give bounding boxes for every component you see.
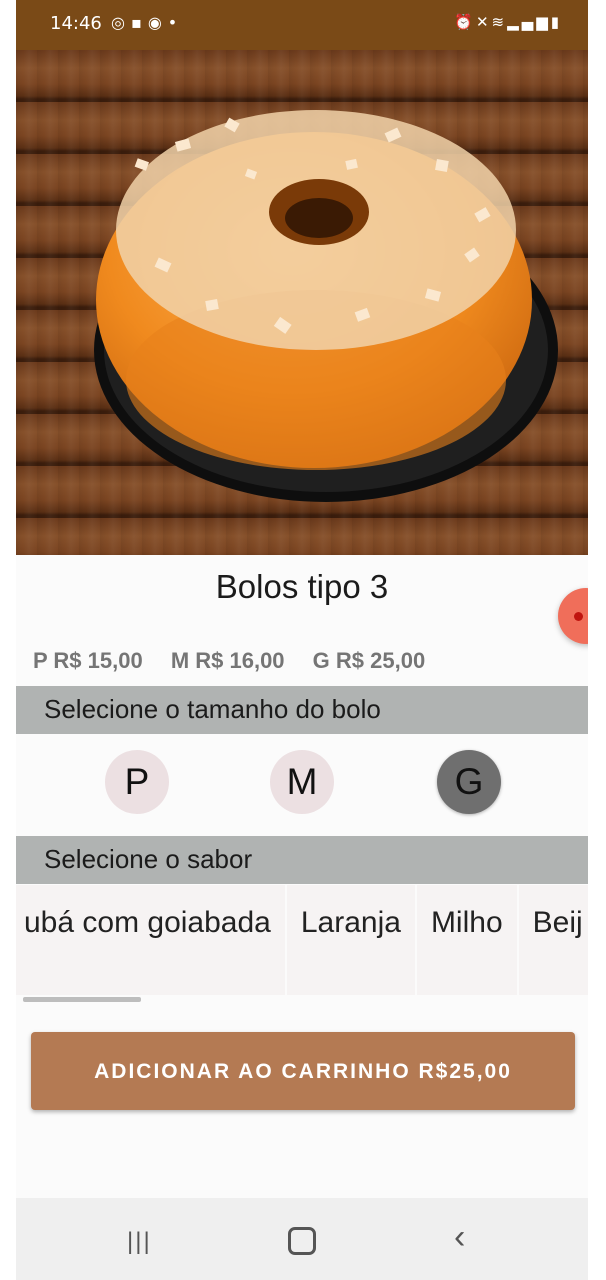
flavor-section-label: Selecione o sabor <box>44 844 253 874</box>
price-g: G R$ 25,00 <box>312 648 426 673</box>
app-screen: 14:46 ◎▪◉• ⏰✕≋▂▄▆▮ Bolos tipo 3 P R$ 15,… <box>16 0 588 1280</box>
cake-image <box>94 110 558 502</box>
size-option-p[interactable]: P <box>105 750 169 814</box>
product-image <box>16 50 588 555</box>
notification-icons: ◎▪◉• <box>111 13 183 32</box>
price-m: M R$ 16,00 <box>170 648 285 673</box>
flavor-option[interactable]: Milho <box>416 885 517 995</box>
flavor-carousel[interactable]: ubá com goiabada Laranja Milho Beij <box>16 885 588 995</box>
status-time: 14:46 <box>50 13 102 34</box>
size-option-m[interactable]: M <box>270 750 334 814</box>
record-dot-icon <box>574 612 583 621</box>
alarm-icon: ⏰ <box>454 13 476 31</box>
mute-icon: ✕ <box>475 13 492 31</box>
wifi-icon: ≋ <box>491 13 508 31</box>
size-option-g[interactable]: G <box>437 750 501 814</box>
flavor-option[interactable]: ubá com goiabada <box>16 885 285 995</box>
dot-icon: • <box>167 13 184 32</box>
system-icons: ⏰✕≋▂▄▆▮ <box>454 13 562 31</box>
back-icon[interactable]: ‹ <box>454 1218 465 1257</box>
flavor-section-header: Selecione o sabor <box>16 836 588 884</box>
flavor-option[interactable]: Laranja <box>286 885 415 995</box>
signal-icon: ▂▄▆ <box>507 13 551 31</box>
price-list: P R$ 15,00 M R$ 16,00 G R$ 25,00 <box>33 648 447 674</box>
recent-apps-icon[interactable]: ||| <box>127 1228 152 1256</box>
carousel-scrollbar[interactable] <box>23 997 141 1002</box>
battery-icon: ▮ <box>550 13 562 31</box>
status-bar: 14:46 ◎▪◉• ⏰✕≋▂▄▆▮ <box>16 0 588 50</box>
home-icon[interactable] <box>288 1227 316 1255</box>
price-p: P R$ 15,00 <box>33 648 143 673</box>
navigation-bar: ||| ‹ <box>16 1198 588 1280</box>
size-section-label: Selecione o tamanho do bolo <box>44 694 381 724</box>
flavor-option[interactable]: Beij <box>518 885 588 995</box>
message-icon: ▪ <box>130 13 148 32</box>
whatsapp-icon: ◎ <box>111 13 131 32</box>
add-to-cart-button[interactable]: ADICIONAR AO CARRINHO R$25,00 <box>31 1032 575 1110</box>
product-title: Bolos tipo 3 <box>215 568 389 605</box>
size-section-header: Selecione o tamanho do bolo <box>16 686 588 734</box>
discord-icon: ◉ <box>147 13 168 32</box>
